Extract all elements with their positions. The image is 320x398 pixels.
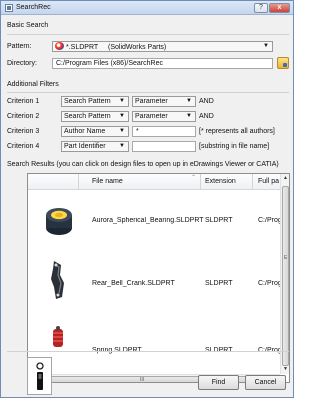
scroll-grip: E [284,255,288,261]
criterion-1-field-select[interactable]: Search Pattern ▼ [61,96,129,107]
help-button[interactable]: ? [254,3,268,13]
table-row[interactable]: Rear_Bell_Crank.SLDPRT SLDPRT C:/Prog [28,253,280,315]
criterion-3-value-input[interactable]: * [132,126,196,137]
criterion-3-field-value: Author Name [64,128,106,135]
file-name: Aurora_Spherical_Bearing.SLDPRT [92,217,204,224]
criterion-2-hint: AND [199,113,214,120]
directory-input[interactable]: C:/Program Files (x86)/SearchRec [52,58,273,69]
filters-divider [7,92,289,93]
handset-icon [36,362,44,390]
criterion-1-field-value: Search Pattern [64,98,111,105]
column-header-full-path[interactable]: Full pa [258,178,279,185]
table-row[interactable]: Aurora_Spherical_Bearing.SLDPRT SLDPRT C… [28,191,280,253]
search-window: SearchRec ? x Basic Search Pattern: *.SL… [0,0,294,398]
additional-filters-heading: Additional Filters [7,81,59,88]
criterion-1-hint: AND [199,98,214,105]
sort-ascending-icon: ⌃ [191,175,197,181]
scroll-down-icon[interactable]: ▼ [281,365,289,374]
criterion-4-value-input[interactable] [132,141,196,152]
criterion-4-hint: [substring in file name] [199,143,270,150]
directory-label: Directory: [7,60,37,67]
column-divider [200,174,201,190]
file-path: C:/Prog [258,280,280,287]
file-extension: SLDPRT [205,217,233,224]
scroll-up-icon[interactable]: ▲ [281,174,289,183]
column-divider [252,174,253,190]
find-button[interactable]: Find [198,375,239,390]
chevron-down-icon: ▼ [119,128,125,134]
criterion-3-hint: [* represents all authors] [199,128,275,135]
column-header-extension[interactable]: Extension [205,178,236,185]
criterion-2-op-value: Parameter [135,113,168,120]
file-path: C:/Prog [258,217,280,224]
criterion-1-label: Criterion 1 [7,98,40,105]
table-row[interactable]: Spring.SLDPRT SLDPRT C:/Prog [28,319,280,374]
criterion-1-op-value: Parameter [135,98,168,105]
results-heading: Search Results (you can click on design … [7,161,279,168]
app-icon [5,4,13,12]
criterion-4-label: Criterion 4 [7,143,40,150]
chevron-down-icon: ▼ [186,98,192,104]
file-extension: SLDPRT [205,280,233,287]
close-button[interactable]: x [269,3,290,13]
bearing-thumbnail [46,208,72,235]
basic-search-heading: Basic Search [7,22,49,29]
criterion-2-op-select[interactable]: Parameter ▼ [132,111,196,122]
criterion-2-field-select[interactable]: Search Pattern ▼ [61,111,129,122]
basic-search-divider [7,34,289,35]
criterion-4-field-select[interactable]: Part Identifier ▼ [61,141,129,152]
chevron-down-icon: ▼ [186,113,192,119]
horizontal-scrollbar[interactable]: ◀ III ▶ [28,374,280,383]
criterion-3-field-select[interactable]: Author Name ▼ [61,126,129,137]
pattern-description: (SolidWorks Parts) [108,44,167,51]
browse-folder-icon[interactable] [277,57,289,69]
column-header-file-name[interactable]: File name [92,178,123,185]
window-title: SearchRec [16,4,51,11]
chevron-down-icon: ▼ [119,113,125,119]
pattern-select[interactable]: *.SLDPRT (SolidWorks Parts) ▼ [52,41,273,52]
vertical-scroll-thumb[interactable]: E [282,186,289,366]
criterion-3-label: Criterion 3 [7,128,40,135]
criterion-4-field-value: Part Identifier [64,143,106,150]
column-divider [78,174,79,190]
phone-icon [27,357,52,395]
results-header: ⌃ File name Extension Full pa [28,174,289,190]
cancel-button[interactable]: Cancel [245,375,286,390]
vertical-scrollbar[interactable]: ▲ E ▼ [280,174,289,374]
pattern-label: Pattern: [7,43,32,50]
spring-thumbnail [53,326,63,347]
bell-crank-thumbnail [51,261,64,299]
pattern-value: *.SLDPRT [66,44,99,51]
criterion-2-field-value: Search Pattern [64,113,111,120]
criterion-1-op-select[interactable]: Parameter ▼ [132,96,196,107]
title-bar: SearchRec ? x [1,1,293,15]
scroll-grip: III [140,377,145,383]
criterion-2-label: Criterion 2 [7,113,40,120]
chevron-down-icon: ▼ [119,98,125,104]
solidworks-icon [55,42,64,50]
chevron-down-icon: ▼ [263,43,269,49]
chevron-down-icon: ▼ [119,143,125,149]
file-name: Rear_Bell_Crank.SLDPRT [92,280,175,287]
footer-divider [7,351,289,352]
